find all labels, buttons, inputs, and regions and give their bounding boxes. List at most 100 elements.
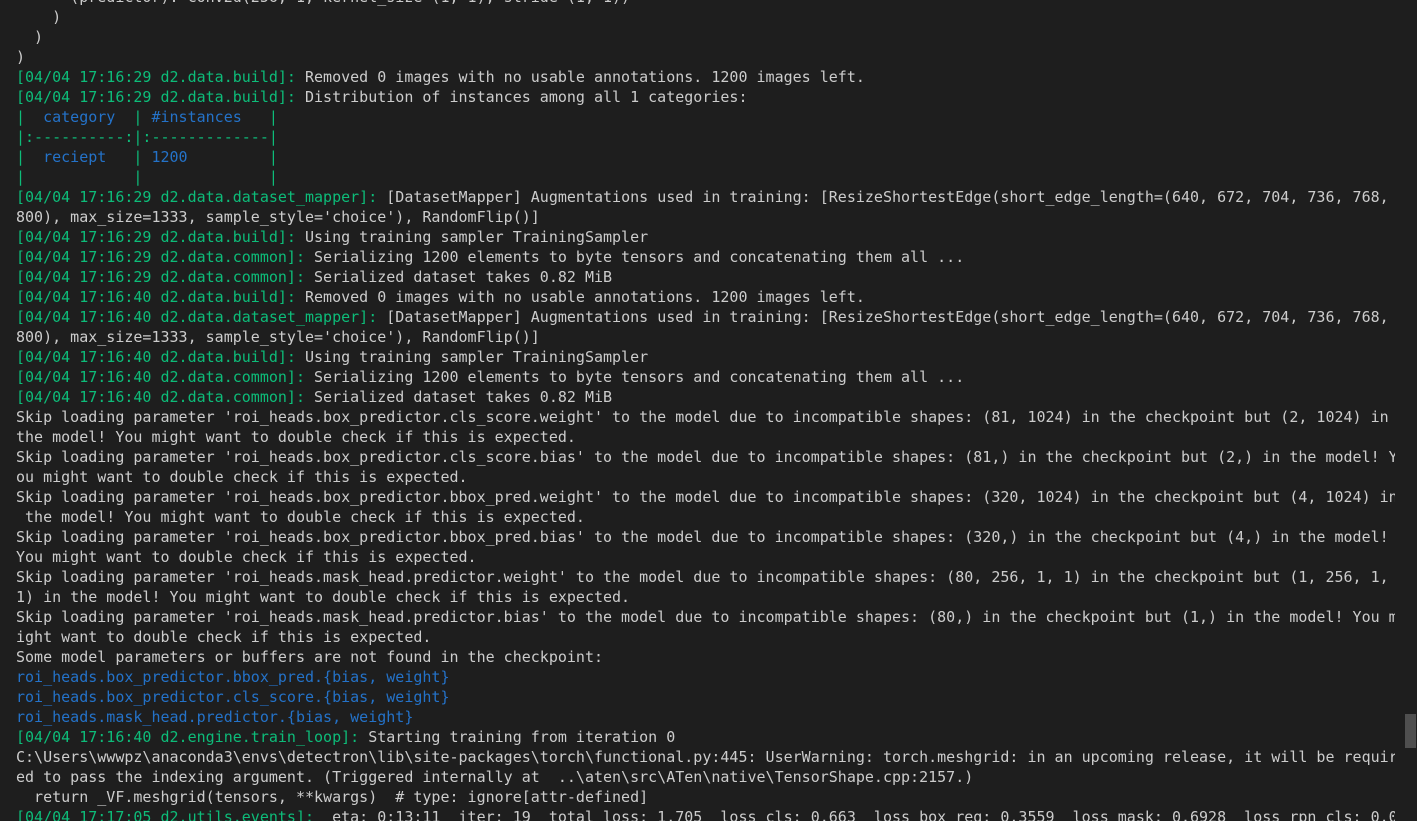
- log-text: Skip loading parameter 'roi_heads.box_pr…: [16, 488, 1395, 506]
- terminal-line: ): [16, 47, 1395, 67]
- log-text: Distribution of instances among all 1 ca…: [304, 88, 748, 106]
- terminal-panel[interactable]: (predictor): Conv2d(256, 1, kernel_size=…: [0, 0, 1417, 821]
- log-text: 1) in the model! You might want to doubl…: [16, 588, 631, 606]
- terminal-line: ): [16, 27, 1395, 47]
- terminal-line: ight want to double check if this is exp…: [16, 627, 1395, 647]
- terminal-line: Skip loading parameter 'roi_heads.box_pr…: [16, 407, 1395, 427]
- log-text: Skip loading parameter 'roi_heads.mask_h…: [16, 568, 1389, 586]
- highlighted-text: #instances: [151, 108, 242, 126]
- log-text: [DatasetMapper] Augmentations used in tr…: [386, 188, 1389, 206]
- log-text: ight want to double check if this is exp…: [16, 628, 432, 646]
- log-text: ): [16, 48, 26, 66]
- terminal-line: [04/04 17:16:40 d2.data.common]: Seriali…: [16, 387, 1395, 407]
- highlighted-text: roi_heads.box_predictor.cls_score.{bias,…: [16, 688, 450, 706]
- log-prefix: [04/04 17:16:29 d2.data.common]:: [16, 248, 315, 266]
- log-prefix: [04/04 17:16:29 d2.data.build]:: [16, 88, 305, 106]
- terminal-line: Skip loading parameter 'roi_heads.mask_h…: [16, 567, 1395, 587]
- log-prefix: [04/04 17:16:40 d2.data.common]:: [16, 368, 315, 386]
- terminal-line: 800), max_size=1333, sample_style='choic…: [16, 207, 1395, 227]
- terminal-line: 1) in the model! You might want to doubl…: [16, 587, 1395, 607]
- terminal-line: [04/04 17:16:29 d2.data.dataset_mapper]:…: [16, 187, 1395, 207]
- log-text: (predictor): Conv2d(256, 1, kernel_size=…: [16, 0, 630, 6]
- log-text: Serializing 1200 elements to byte tensor…: [314, 248, 965, 266]
- log-text: You might want to double check if this i…: [16, 548, 477, 566]
- terminal-line: Skip loading parameter 'roi_heads.mask_h…: [16, 607, 1395, 627]
- log-text: Some model parameters or buffers are not…: [16, 648, 603, 666]
- highlighted-text: 1200: [151, 148, 188, 166]
- log-text: ou might want to double check if this is…: [16, 468, 468, 486]
- terminal-line: 800), max_size=1333, sample_style='choic…: [16, 327, 1395, 347]
- log-prefix: [04/04 17:16:40 d2.data.dataset_mapper]:: [16, 308, 387, 326]
- log-text: Removed 0 images with no usable annotati…: [304, 68, 865, 86]
- terminal-line: return _VF.meshgrid(tensors, **kwargs) #…: [16, 787, 1395, 807]
- log-prefix: [04/04 17:16:40 d2.data.common]:: [16, 388, 315, 406]
- log-text: 800), max_size=1333, sample_style='choic…: [16, 208, 540, 226]
- terminal-line: You might want to double check if this i…: [16, 547, 1395, 567]
- log-text: Serializing 1200 elements to byte tensor…: [314, 368, 965, 386]
- scrollbar-thumb[interactable]: [1405, 714, 1416, 748]
- vertical-scrollbar[interactable]: [1403, 0, 1417, 821]
- log-text: Skip loading parameter 'roi_heads.box_pr…: [16, 408, 1389, 426]
- log-prefix: [04/04 17:16:29 d2.data.build]:: [16, 68, 305, 86]
- terminal-line: [04/04 17:16:40 d2.data.dataset_mapper]:…: [16, 307, 1395, 327]
- terminal-line: Some model parameters or buffers are not…: [16, 647, 1395, 667]
- log-text: [DatasetMapper] Augmentations used in tr…: [386, 308, 1389, 326]
- terminal-line: [04/04 17:16:29 d2.data.build]: Distribu…: [16, 87, 1395, 107]
- log-prefix: |:----------:|:-------------|: [16, 128, 278, 146]
- log-text: ): [16, 28, 44, 46]
- log-prefix: |: [115, 108, 152, 126]
- log-text: Starting training from iteration 0: [368, 728, 676, 746]
- log-prefix: [04/04 17:16:40 d2.data.build]:: [16, 288, 305, 306]
- terminal-line: [04/04 17:16:40 d2.data.common]: Seriali…: [16, 367, 1395, 387]
- log-text: Skip loading parameter 'roi_heads.box_pr…: [16, 528, 1389, 546]
- log-text: return _VF.meshgrid(tensors, **kwargs) #…: [16, 788, 649, 806]
- log-text: Serialized dataset takes 0.82 MiB: [314, 268, 613, 286]
- terminal-line: roi_heads.box_predictor.cls_score.{bias,…: [16, 687, 1395, 707]
- log-text: eta: 0:13:11 iter: 19 total_loss: 1.705 …: [323, 808, 1395, 821]
- log-prefix: |: [16, 148, 44, 166]
- terminal-line: Skip loading parameter 'roi_heads.box_pr…: [16, 527, 1395, 547]
- log-prefix: [04/04 17:16:29 d2.data.common]:: [16, 268, 315, 286]
- terminal-line: Skip loading parameter 'roi_heads.box_pr…: [16, 487, 1395, 507]
- terminal-line: [04/04 17:16:40 d2.engine.train_loop]: S…: [16, 727, 1395, 747]
- log-prefix: | | |: [16, 168, 278, 186]
- log-text: Using training sampler TrainingSampler: [304, 348, 649, 366]
- log-text: Skip loading parameter 'roi_heads.box_pr…: [16, 448, 1395, 466]
- terminal-line: roi_heads.box_predictor.bbox_pred.{bias,…: [16, 667, 1395, 687]
- terminal-line: [04/04 17:16:40 d2.data.build]: Removed …: [16, 287, 1395, 307]
- log-text: the model! You might want to double chec…: [16, 508, 585, 526]
- log-text: Skip loading parameter 'roi_heads.mask_h…: [16, 608, 1395, 626]
- terminal-line: the model! You might want to double chec…: [16, 427, 1395, 447]
- highlighted-text: category: [43, 108, 116, 126]
- terminal-output[interactable]: (predictor): Conv2d(256, 1, kernel_size=…: [16, 0, 1395, 821]
- terminal-line: (predictor): Conv2d(256, 1, kernel_size=…: [16, 0, 1395, 7]
- terminal-line: [04/04 17:16:40 d2.data.build]: Using tr…: [16, 347, 1395, 367]
- terminal-line: [04/04 17:16:29 d2.data.common]: Seriali…: [16, 247, 1395, 267]
- terminal-line: [04/04 17:16:29 d2.data.common]: Seriali…: [16, 267, 1395, 287]
- log-text: ): [16, 8, 62, 26]
- log-text: Using training sampler TrainingSampler: [304, 228, 649, 246]
- log-text: C:\Users\wwwpz\anaconda3\envs\detectron\…: [16, 748, 1395, 766]
- terminal-line: | | |: [16, 167, 1395, 187]
- log-prefix: |: [241, 108, 278, 126]
- terminal-line: ed to pass the indexing argument. (Trigg…: [16, 767, 1395, 787]
- log-text: Removed 0 images with no usable annotati…: [304, 288, 865, 306]
- terminal-line: [04/04 17:16:29 d2.data.build]: Using tr…: [16, 227, 1395, 247]
- terminal-line: [04/04 17:16:29 d2.data.build]: Removed …: [16, 67, 1395, 87]
- terminal-line: the model! You might want to double chec…: [16, 507, 1395, 527]
- log-text: the model! You might want to double chec…: [16, 428, 576, 446]
- terminal-line: ou might want to double check if this is…: [16, 467, 1395, 487]
- terminal-line: | reciept | 1200 |: [16, 147, 1395, 167]
- terminal-line: [04/04 17:17:05 d2.utils.events]: eta: 0…: [16, 807, 1395, 821]
- log-prefix: |: [106, 148, 152, 166]
- terminal-line: | category | #instances |: [16, 107, 1395, 127]
- log-text: 800), max_size=1333, sample_style='choic…: [16, 328, 540, 346]
- highlighted-text: roi_heads.box_predictor.bbox_pred.{bias,…: [16, 668, 450, 686]
- log-prefix: |: [187, 148, 278, 166]
- highlighted-text: reciept: [43, 148, 107, 166]
- log-text: ed to pass the indexing argument. (Trigg…: [16, 768, 974, 786]
- log-prefix: [04/04 17:16:40 d2.data.build]:: [16, 348, 305, 366]
- log-prefix: [04/04 17:16:40 d2.engine.train_loop]:: [16, 728, 369, 746]
- log-prefix: [04/04 17:17:05 d2.utils.events]:: [16, 808, 324, 821]
- log-prefix: |: [16, 108, 44, 126]
